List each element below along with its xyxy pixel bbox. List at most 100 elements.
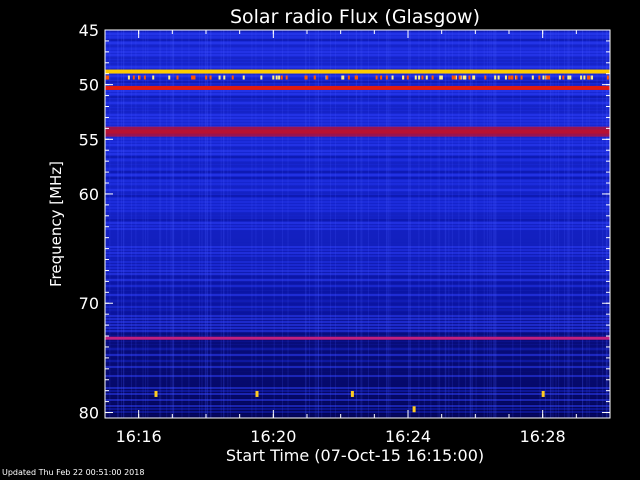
spectrogram-row: [105, 246, 610, 248]
band-flicker: [223, 75, 226, 80]
spectrogram-row: [105, 411, 610, 413]
band-flicker: [380, 75, 383, 80]
band-flicker: [285, 75, 288, 80]
spectrogram-row: [105, 216, 610, 218]
band-flicker: [414, 75, 417, 80]
spectrogram-row: [105, 303, 610, 305]
spectrogram-row: [105, 258, 610, 260]
emission-band: [105, 85, 610, 90]
spectrogram-row: [105, 42, 610, 44]
spectrogram-row: [105, 330, 610, 332]
spectrogram-row: [105, 285, 610, 287]
spectrogram-row: [105, 222, 610, 224]
spectrogram-row: [105, 144, 610, 146]
spectrogram-row: [105, 204, 610, 206]
spectrogram-row: [105, 294, 610, 296]
spectrogram-row: [105, 102, 610, 104]
spectrogram-row: [105, 300, 610, 302]
spectrogram-row: [105, 357, 610, 359]
spectrogram-row: [105, 240, 610, 242]
spectrogram-row: [105, 393, 610, 395]
band-flicker: [143, 75, 146, 80]
band-flicker: [583, 75, 586, 80]
band-flicker: [546, 75, 549, 80]
y-tick-label: 45: [79, 21, 99, 40]
spectrogram-row: [105, 351, 610, 353]
spectrogram-row: [105, 318, 610, 320]
spectrogram-row: [105, 210, 610, 212]
spectrogram-row: [105, 156, 610, 158]
spectrogram-row: [105, 93, 610, 95]
spectrogram-row: [105, 111, 610, 113]
band-flicker: [569, 75, 572, 80]
band-flicker: [510, 75, 513, 80]
spectrogram-row: [105, 354, 610, 356]
band-flicker: [472, 75, 475, 80]
spectrogram-row: [105, 321, 610, 323]
band-flicker: [591, 75, 594, 80]
band-flicker: [468, 75, 471, 80]
spectrogram-row: [105, 48, 610, 50]
band-flicker: [275, 75, 278, 80]
spectrogram-row: [105, 264, 610, 266]
spectrogram-row: [105, 81, 610, 83]
band-flicker: [385, 75, 388, 80]
band-flicker: [406, 75, 409, 80]
spectrogram-row: [105, 192, 610, 194]
spectrogram-row: [105, 315, 610, 317]
band-flicker: [453, 75, 456, 80]
spectrogram-row: [105, 279, 610, 281]
band-flicker: [451, 75, 454, 80]
band-flicker: [431, 75, 434, 80]
spectrogram-row: [105, 333, 610, 335]
spectrogram-row: [105, 183, 610, 185]
band-flicker: [205, 75, 208, 80]
spectrogram-row: [105, 309, 610, 311]
spectrogram-row: [105, 414, 610, 416]
spectrogram-row: [105, 150, 610, 152]
band-flicker: [193, 75, 196, 80]
band-flicker: [260, 75, 263, 80]
band-flicker: [105, 75, 108, 80]
spectrogram-row: [105, 189, 610, 191]
x-tick-label: 16:16: [116, 427, 162, 446]
x-tick-label: 16:28: [520, 427, 566, 446]
spectrogram-row: [105, 243, 610, 245]
band-flicker: [504, 75, 507, 80]
spectrogram-row: [105, 369, 610, 371]
band-flicker: [231, 75, 234, 80]
band-flicker: [567, 75, 570, 80]
spectrogram-row: [105, 252, 610, 254]
band-flicker: [242, 75, 245, 80]
band-flicker: [218, 75, 221, 80]
emission-band: [105, 69, 610, 74]
chart-canvas: Solar radio Flux (Glasgow) 455055607080 …: [47, 6, 611, 465]
spectrogram-row: [105, 153, 610, 155]
band-flicker: [176, 75, 179, 80]
band-flicker: [402, 75, 405, 80]
updated-timestamp: Updated Thu Feb 22 00:51:00 2018: [2, 468, 145, 477]
spectrogram-row: [105, 366, 610, 368]
band-flicker: [548, 75, 551, 80]
band-flicker: [278, 75, 281, 80]
spectrogram-row: [105, 177, 610, 179]
chart-title: Solar radio Flux (Glasgow): [230, 6, 480, 28]
spectrogram-row: [105, 345, 610, 347]
y-axis-label: Frequency [MHz]: [47, 161, 65, 287]
spectrogram-row: [105, 36, 610, 38]
burst-marker: [412, 406, 416, 413]
spectrogram-row: [105, 270, 610, 272]
spectrogram-row: [105, 387, 610, 389]
spectrogram-row: [105, 159, 610, 161]
spectrogram-row: [105, 174, 610, 176]
spectrogram-row: [105, 297, 610, 299]
y-tick-label: 80: [79, 404, 99, 423]
spectrogram-row: [105, 120, 610, 122]
band-flicker: [391, 75, 394, 80]
band-flicker: [558, 75, 561, 80]
spectrogram-row: [105, 123, 610, 125]
spectrogram-row: [105, 198, 610, 200]
burst-marker: [350, 390, 354, 397]
y-tick-label: 50: [79, 76, 99, 95]
spectrogram-row: [105, 63, 610, 65]
